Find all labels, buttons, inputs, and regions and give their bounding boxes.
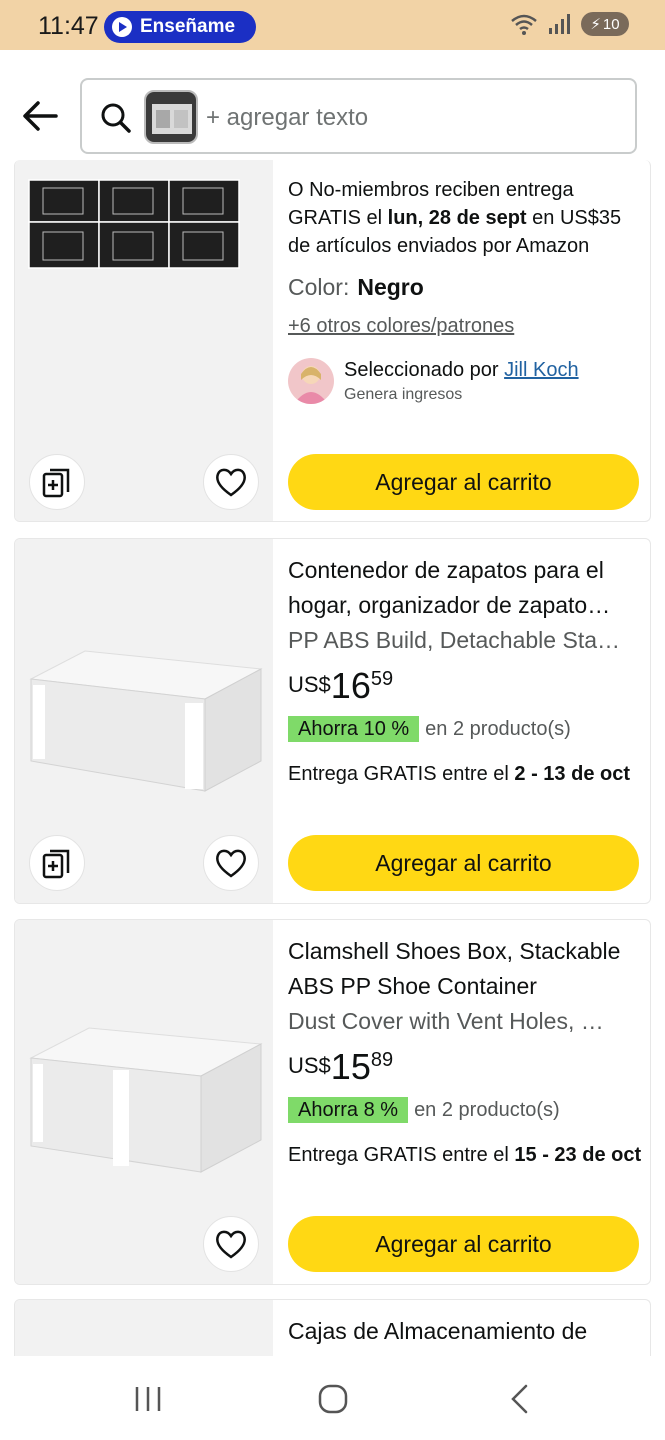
price-fraction: 59 (370, 668, 394, 690)
delivery-date: lun, 28 de sept (387, 207, 527, 229)
price-whole: 15 (330, 1046, 371, 1087)
delivery-prefix: Entrega GRATIS entre el (288, 1144, 515, 1166)
product-info: O No-miembros reciben entrega GRATIS el … (288, 160, 648, 521)
delivery-date: 2 - 13 de oct (514, 763, 631, 785)
search-box[interactable] (80, 78, 637, 154)
heart-icon (216, 849, 246, 878)
status-bar: 11:47 Enseñame ⚡ 10 (0, 0, 665, 50)
wishlist-button[interactable] (203, 835, 259, 891)
search-icon (100, 102, 132, 134)
product-price: US$ 15 89 (288, 1049, 648, 1085)
deal-badge: Ahorra 10 % (288, 716, 420, 742)
assistant-label: Enseñame (140, 16, 236, 37)
signal-icon (549, 14, 570, 34)
recent-apps-icon[interactable] (123, 1374, 173, 1424)
compare-button[interactable] (29, 835, 85, 891)
play-icon (112, 17, 132, 37)
battery-bolt-icon: ⚡ (590, 16, 601, 33)
image-thumbnail[interactable] (144, 90, 198, 144)
system-navigation-bar (0, 1356, 665, 1440)
product-title[interactable]: Clamshell Shoes Box, Stackable ABS PP Sh… (288, 934, 648, 1004)
back-arrow-icon[interactable] (20, 96, 60, 136)
product-card[interactable]: Contenedor de zapatos para el hogar, org… (14, 538, 651, 904)
product-info: Contenedor de zapatos para el hogar, org… (288, 539, 648, 903)
search-input[interactable] (206, 104, 606, 132)
product-subtitle: PP ABS Build, Detachable Sta… (288, 627, 620, 653)
price-whole: 16 (330, 665, 371, 706)
deal-info: Ahorra 10 % en 2 producto(s) (288, 716, 648, 742)
back-icon[interactable] (495, 1374, 545, 1424)
deal-text: en 2 producto(s) (414, 1098, 560, 1121)
product-image[interactable] (15, 920, 273, 1284)
deal-info: Ahorra 8 % en 2 producto(s) (288, 1097, 648, 1123)
deal-badge: Ahorra 8 % (288, 1097, 409, 1123)
picked-by-text: Seleccionado por Jill Koch (344, 359, 579, 382)
battery-level: 10 (602, 15, 620, 33)
influencer-link[interactable]: Jill Koch (504, 359, 578, 381)
price-fraction: 89 (370, 1049, 394, 1071)
product-image[interactable] (15, 1300, 273, 1356)
delivery-date: 15 - 23 de oct (514, 1144, 642, 1166)
delivery-prefix: Entrega GRATIS entre el (288, 763, 515, 785)
battery-icon: ⚡ 10 (581, 12, 629, 36)
earnings-note: Genera ingresos (344, 385, 463, 403)
product-card[interactable]: Cajas de Almacenamiento de (14, 1299, 651, 1356)
wishlist-button[interactable] (203, 1216, 259, 1272)
status-time: 11:47 (38, 12, 99, 40)
color-value: Negro (357, 274, 424, 300)
delivery-info: Entrega GRATIS entre el 2 - 13 de oct (288, 760, 648, 788)
picked-by: Seleccionado por Jill Koch Genera ingres… (288, 358, 648, 404)
heart-icon (216, 468, 246, 497)
color-info: Color: Negro (288, 274, 648, 301)
product-info: Cajas de Almacenamiento de (288, 1300, 648, 1356)
add-to-cart-button[interactable]: Agregar al carrito (288, 454, 639, 510)
assistant-pill[interactable]: Enseñame (104, 11, 256, 43)
wifi-icon (511, 14, 537, 35)
add-to-cart-button[interactable]: Agregar al carrito (288, 835, 639, 891)
product-title[interactable]: Cajas de Almacenamiento de (288, 1314, 648, 1349)
delivery-info: O No-miembros reciben entrega GRATIS el … (288, 176, 648, 260)
product-card[interactable]: Clamshell Shoes Box, Stackable ABS PP Sh… (14, 919, 651, 1285)
product-subtitle: Dust Cover with Vent Holes, … (288, 1008, 604, 1034)
product-image[interactable] (15, 160, 273, 521)
home-icon[interactable] (308, 1374, 358, 1424)
product-price: US$ 16 59 (288, 668, 648, 704)
color-label: Color: (288, 274, 350, 300)
price-currency: US$ (288, 1053, 331, 1078)
picked-by-prefix: Seleccionado por (344, 358, 505, 381)
compare-icon (42, 849, 70, 879)
add-to-cart-button[interactable]: Agregar al carrito (288, 1216, 639, 1272)
avatar[interactable] (288, 358, 334, 404)
product-card[interactable]: O No-miembros reciben entrega GRATIS el … (14, 160, 651, 522)
status-icons: ⚡ 10 (509, 12, 629, 36)
wishlist-button[interactable] (203, 454, 259, 510)
compare-button[interactable] (29, 454, 85, 510)
delivery-info: Entrega GRATIS entre el 15 - 23 de oct (288, 1141, 648, 1169)
more-colors-link[interactable]: +6 otros colores/patrones (288, 315, 648, 338)
product-info: Clamshell Shoes Box, Stackable ABS PP Sh… (288, 920, 648, 1284)
product-title[interactable]: Contenedor de zapatos para el hogar, org… (288, 553, 648, 623)
compare-icon (42, 468, 70, 498)
product-image[interactable] (15, 539, 273, 903)
deal-text: en 2 producto(s) (425, 717, 571, 740)
price-currency: US$ (288, 672, 331, 697)
heart-icon (216, 1230, 246, 1259)
